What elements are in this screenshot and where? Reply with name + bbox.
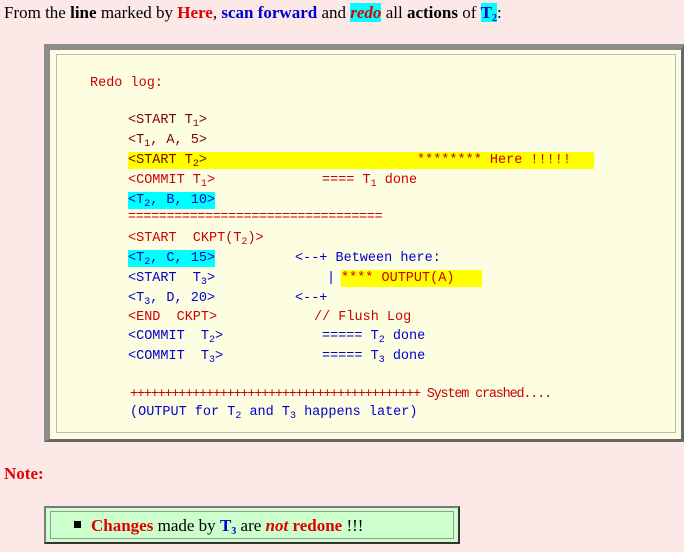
log-record-t2-c: <T2, C, 15>	[128, 250, 216, 268]
log-record-commit-t1: <COMMIT T1>	[128, 173, 216, 190]
note-item: Changes made by T3 are not redone !!!	[74, 516, 363, 537]
flush-log-note: // Flush Log	[314, 310, 412, 325]
t3-done-note: ===== T3 done	[322, 349, 426, 366]
note-heading: Note:	[4, 464, 44, 483]
intro-sentence: From the line marked by Here, scan forwa…	[4, 3, 502, 24]
log-record-t1-a: <T1, A, 5>	[128, 133, 207, 150]
between-bar: |	[327, 271, 336, 286]
log-record-start-t1: <START T1>	[128, 113, 207, 130]
between-here-note: <--+ Between here:	[295, 251, 441, 266]
log-record-start-t3: <START T3>	[128, 271, 216, 288]
between-end-arrow: <--+	[295, 291, 328, 306]
log-record-commit-t3: <COMMIT T3>	[128, 349, 224, 366]
log-record-end-ckpt: <END CKPT>	[128, 310, 218, 325]
bullet-icon	[74, 521, 81, 528]
t2-done-note: ===== T2 done	[322, 329, 426, 346]
t1-done-note: ==== T1 done	[322, 173, 418, 190]
log-record-commit-t2: <COMMIT T2>	[128, 329, 224, 346]
redo-log-panel: Redo log: <START T1> <T1, A, 5> <START T…	[44, 44, 684, 442]
here-marker: ******** Here !!!!!	[417, 153, 571, 168]
system-crashed-line: ++++++++++++++++++++++++++++++++++++++++…	[130, 387, 552, 402]
log-record-t3-d: <T3, D, 20>	[128, 291, 216, 308]
log-record-t2-b: <T2, B, 10>	[128, 192, 216, 210]
note-box: Changes made by T3 are not redone !!!	[44, 506, 460, 544]
separator-line: =================================	[128, 210, 383, 225]
redo-log-title: Redo log:	[90, 76, 163, 91]
output-later-note: (OUTPUT for T2 and T3 happens later)	[130, 405, 418, 422]
output-a-note: **** OUTPUT(A)	[341, 270, 482, 287]
log-record-start-ckpt: <START CKPT(T2)>	[128, 231, 264, 248]
